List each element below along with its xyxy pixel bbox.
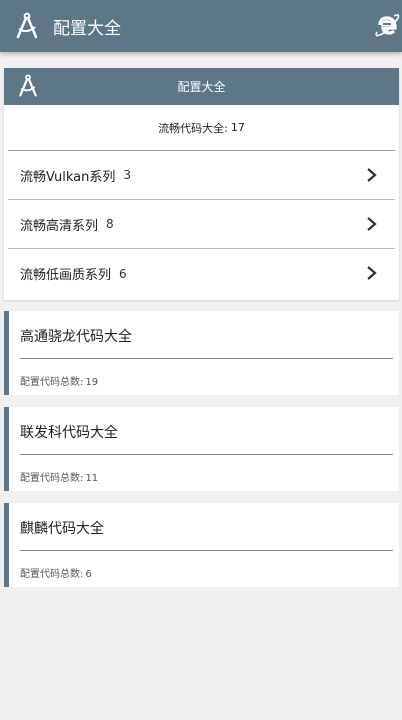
card-meta-count: 19 [85, 377, 99, 388]
browser-e-icon[interactable] [374, 12, 400, 38]
card-mediatek[interactable]: 联发科代码大全 配置代码总数: 11 [4, 407, 399, 491]
total-count-line: 流畅代码大全: 17 [8, 105, 395, 151]
series-name: 流畅低画质系列 [20, 268, 112, 283]
series-count: 6 [119, 266, 127, 281]
card-kirin[interactable]: 麒麟代码大全 配置代码总数: 6 [4, 503, 399, 587]
chevron-right-icon [367, 266, 377, 280]
card-qualcomm[interactable]: 高通骁龙代码大全 配置代码总数: 19 [4, 311, 399, 395]
total-label: 流畅代码大全: [158, 121, 228, 135]
card-divider [20, 454, 393, 455]
compass-icon[interactable] [13, 12, 41, 40]
series-name: 流畅高清系列 [20, 218, 99, 234]
card-meta-label: 配置代码总数: [20, 377, 84, 388]
card-meta-label: 配置代码总数: [20, 569, 84, 580]
card-divider [20, 550, 393, 551]
app-bar: 配置大全 [0, 0, 402, 52]
config-panel: 配置大全 流畅代码大全: 17 流畅Vulkan系列 3 流畅高清系列 8 流畅… [4, 68, 399, 300]
panel-header: 配置大全 [4, 68, 399, 105]
series-count: 8 [106, 217, 114, 231]
card-title: 联发科代码大全 [20, 425, 118, 441]
card-meta-count: 6 [85, 569, 92, 580]
panel-title: 配置大全 [177, 80, 226, 94]
series-name: 流畅Vulkan系列 [20, 169, 116, 185]
series-item-low-quality[interactable]: 流畅低画质系列 6 [8, 249, 395, 298]
card-meta-label: 配置代码总数: [20, 473, 84, 484]
card-meta: 配置代码总数: 6 [20, 565, 92, 580]
chevron-right-icon [367, 168, 377, 182]
card-meta: 配置代码总数: 11 [20, 469, 98, 484]
card-title: 麒麟代码大全 [20, 521, 104, 537]
card-meta-count: 11 [85, 473, 99, 484]
series-item-hd[interactable]: 流畅高清系列 8 [8, 200, 395, 249]
card-meta: 配置代码总数: 19 [20, 373, 98, 388]
series-item-vulkan[interactable]: 流畅Vulkan系列 3 [8, 151, 395, 200]
app-title: 配置大全 [53, 18, 121, 39]
compass-icon [16, 74, 40, 98]
card-title: 高通骁龙代码大全 [20, 329, 132, 345]
series-count: 3 [123, 168, 132, 182]
card-divider [20, 358, 393, 359]
chevron-right-icon [367, 217, 377, 231]
total-count: 17 [230, 121, 245, 134]
